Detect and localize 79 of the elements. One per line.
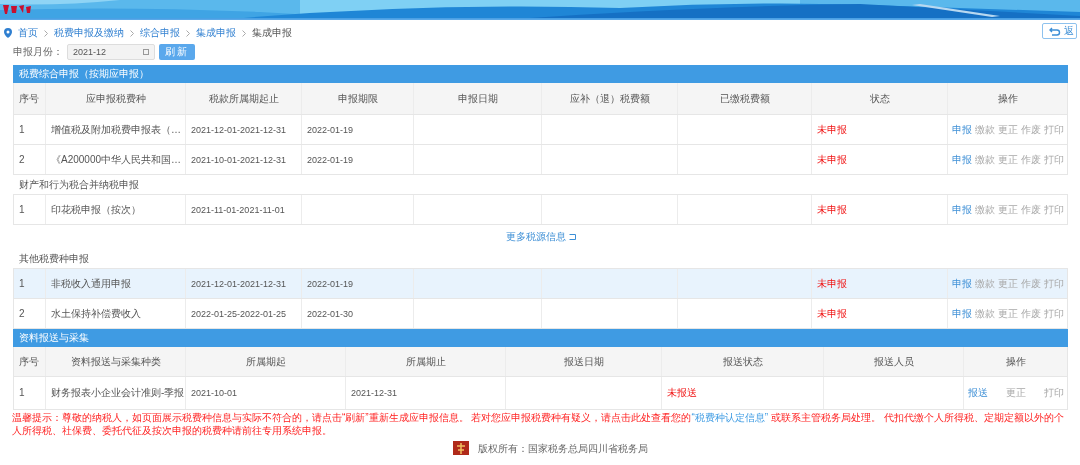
more-link[interactable]: 更多税源信息 bbox=[505, 231, 576, 243]
refresh-button[interactable]: 刷新 bbox=[159, 44, 195, 60]
column-header: 申报日期 bbox=[414, 83, 542, 114]
table-cell: 2021-12-01-2021-12-31 bbox=[186, 269, 302, 298]
chevron-right-icon bbox=[186, 29, 190, 37]
column-header: 应申报税费种 bbox=[46, 83, 186, 114]
group-heading: 财产和行为税合并纳税申报 bbox=[19, 178, 139, 191]
column-header: 状态 bbox=[812, 83, 948, 114]
breadcrumb-link[interactable]: 综合申报 bbox=[140, 27, 180, 39]
table-cell: 1 bbox=[14, 115, 46, 144]
table-cell: 1 bbox=[14, 269, 46, 298]
breadcrumb-link[interactable]: 首页 bbox=[18, 27, 38, 39]
back-button[interactable]: 返 bbox=[1042, 23, 1077, 39]
breadcrumb-link[interactable]: 集成申报 bbox=[252, 27, 292, 39]
copyright-text: 版权所有：国家税务总局四川省税务局 bbox=[478, 443, 648, 455]
column-header: 报送状态 bbox=[662, 347, 824, 376]
status-text: 未申报 bbox=[812, 269, 948, 298]
notice-link[interactable]: “税费种认定信息” bbox=[691, 412, 769, 423]
column-header: 报送日期 bbox=[506, 347, 662, 376]
breadcrumb-link[interactable]: 税费申报及缴纳 bbox=[54, 27, 124, 39]
calendar-icon bbox=[143, 49, 149, 55]
table-cell: 《A200000中华人民共和国… bbox=[46, 145, 186, 174]
table-cell: 2 bbox=[14, 299, 46, 328]
table-cell: 2021-10-01-2021-12-31 bbox=[186, 145, 302, 174]
logo-icon bbox=[2, 2, 32, 16]
table-cell: 1 bbox=[14, 195, 46, 224]
expand-icon bbox=[568, 234, 576, 240]
column-header: 申报期限 bbox=[302, 83, 414, 114]
column-header: 所属期起 bbox=[186, 347, 346, 376]
table-cell: 2022-01-19 bbox=[302, 115, 414, 144]
action-link[interactable]: 申报 bbox=[951, 307, 972, 320]
month-field[interactable]: 2021-12 bbox=[67, 44, 155, 60]
status-text: 未申报 bbox=[812, 195, 948, 224]
table-cell: 2021-12-01-2021-12-31 bbox=[186, 115, 302, 144]
return-arrow-icon bbox=[1049, 26, 1061, 36]
chevron-right-icon bbox=[242, 29, 246, 37]
column-header: 已缴税费额 bbox=[678, 83, 812, 114]
column-header: 税款所属期起止 bbox=[186, 83, 302, 114]
table-cell: 1 bbox=[14, 377, 46, 409]
action-link[interactable]: 报送 bbox=[967, 387, 988, 399]
table-cell: 水土保持补偿费收入 bbox=[46, 299, 186, 328]
notice-text: 温馨提示：尊敬的纳税人，如页面展示税费种信息与实际不符合的，请点击“刷新”重新生成应申报信息。 若对您应申报税费种有疑义，请点击此处查看您的“税费种认定信息” 或联系主管税务局处理。 代扣代缴个人所得税、定期定额以外的个人所得税、社保费、委托代征及按次申报的税费种请前往专用系统申报。 bbox=[12, 411, 1065, 437]
action-link[interactable]: 申报 bbox=[951, 277, 972, 290]
table-cell: 2022-01-19 bbox=[302, 269, 414, 298]
table-cell: 2021-11-01-2021-11-01 bbox=[186, 195, 302, 224]
action-link[interactable]: 申报 bbox=[951, 153, 972, 166]
panel-header: 税费综合申报（按期应申报） bbox=[13, 65, 1068, 83]
location-pin-icon bbox=[4, 28, 12, 38]
table-cell: 2022-01-19 bbox=[302, 145, 414, 174]
table-cell: 印花税申报（按次） bbox=[46, 195, 186, 224]
table-cell: 2021-10-01 bbox=[186, 377, 346, 409]
column-header: 资料报送与采集种类 bbox=[46, 347, 186, 376]
status-text: 未申报 bbox=[812, 299, 948, 328]
panel-header: 资料报送与采集 bbox=[13, 329, 1068, 347]
status-text: 未申报 bbox=[812, 115, 948, 144]
column-header: 所属期止 bbox=[346, 347, 506, 376]
column-header: 报送人员 bbox=[824, 347, 964, 376]
column-header: 操作 bbox=[1004, 354, 1027, 369]
group-heading: 其他税费种申报 bbox=[19, 252, 89, 265]
status-text: 未申报 bbox=[812, 145, 948, 174]
table-cell: 2021-12-31 bbox=[346, 377, 506, 409]
chevron-right-icon bbox=[44, 29, 48, 37]
month-label: 申报月份： bbox=[13, 46, 63, 58]
table-cell: 财务报表小企业会计准则-季报 bbox=[46, 377, 186, 409]
emblem-icon bbox=[452, 441, 470, 455]
table-cell: 2022-01-25-2022-01-25 bbox=[186, 299, 302, 328]
action-link[interactable]: 申报 bbox=[951, 123, 972, 136]
status-text: 未报送 bbox=[662, 377, 824, 409]
column-header: 操作 bbox=[996, 91, 1019, 106]
breadcrumb-link[interactable]: 集成申报 bbox=[196, 27, 236, 39]
table-cell: 2 bbox=[14, 145, 46, 174]
column-header: 序号 bbox=[14, 83, 46, 114]
table-cell: 2022-01-30 bbox=[302, 299, 414, 328]
column-header: 应补（退）税费额 bbox=[542, 83, 678, 114]
column-header: 序号 bbox=[14, 347, 46, 376]
chevron-right-icon bbox=[130, 29, 134, 37]
table-cell: 非税收入通用申报 bbox=[46, 269, 186, 298]
table-cell: 增值税及附加税费申报表（… bbox=[46, 115, 186, 144]
action-link[interactable]: 申报 bbox=[951, 203, 972, 216]
